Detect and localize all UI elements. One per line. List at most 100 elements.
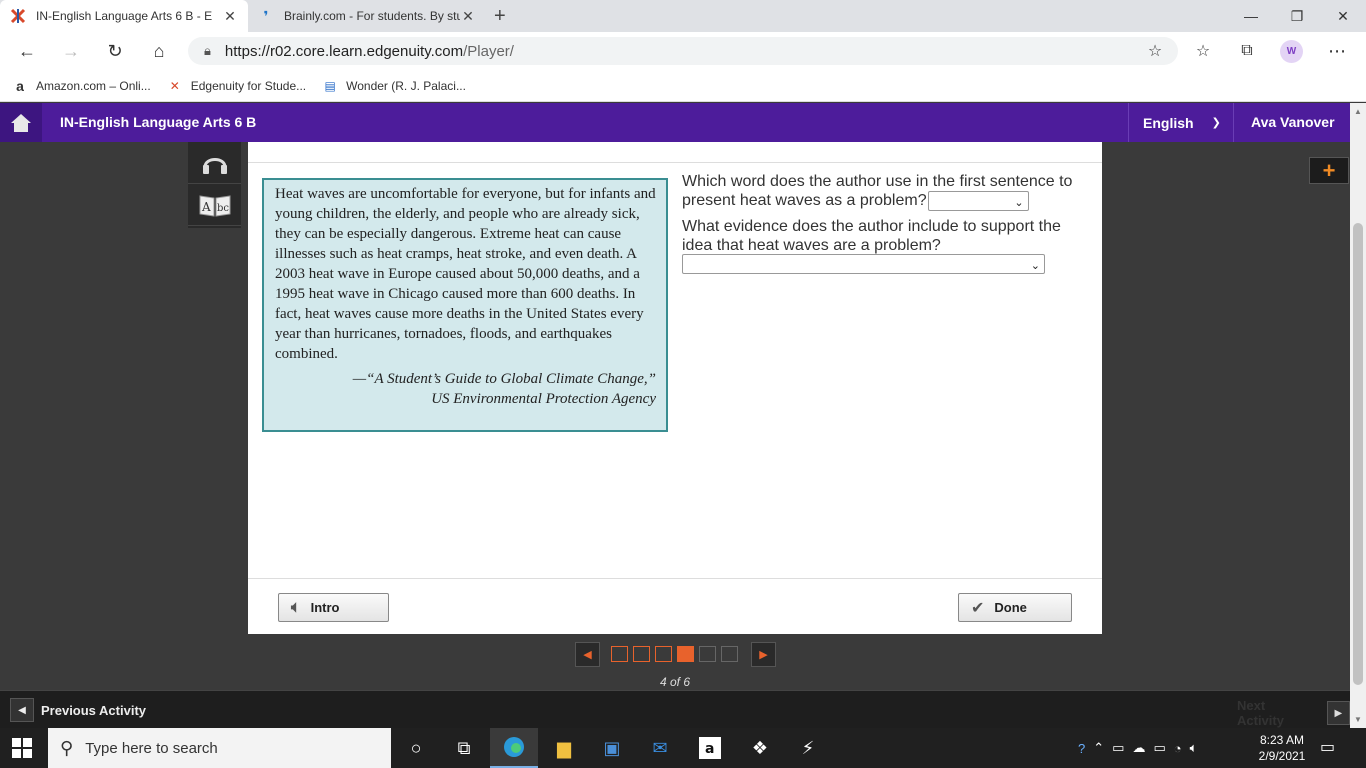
brainly-favicon-icon: ❜ (263, 7, 269, 24)
activity-nav-bar: ◀ Previous Activity Next Activity ▶ (0, 690, 1350, 728)
pager-page-5[interactable] (699, 646, 716, 662)
passage-text: Heat waves are uncomfortable for everyon… (275, 186, 656, 362)
reading-passage: Heat waves are uncomfortable for everyon… (262, 178, 668, 432)
language-label: English (1143, 114, 1194, 131)
passage-citation: —“A Student’s Guide to Global Climate Ch… (275, 369, 656, 409)
previous-activity-label: Previous Activity (41, 702, 147, 718)
search-icon: ⚲ (60, 737, 74, 758)
taskbar-search-placeholder: Type here to search (85, 739, 218, 757)
volume-icon[interactable]: 🔈︎ (1190, 740, 1198, 756)
pager-page-6[interactable] (721, 646, 738, 662)
back-arrow-icon[interactable]: ← (16, 40, 38, 62)
add-favorite-icon[interactable]: ☆ (1144, 40, 1166, 62)
speaker-icon: 🔈︎ (291, 598, 301, 616)
window-controls: — ❐ ✕ (1228, 0, 1366, 32)
activity-pager: ◀ ▶ (575, 641, 776, 667)
done-button[interactable]: ✔ Done (958, 593, 1072, 622)
forward-arrow-icon[interactable]: → (60, 40, 82, 62)
tab-title: Brainly.com - For students. By stu (284, 9, 460, 23)
mail-icon[interactable]: ✉ (636, 728, 684, 768)
browser-tab-strip: IN-English Language Arts 6 B - E ✕ ❜ Bra… (0, 0, 1366, 32)
onedrive-icon[interactable]: ☁ (1132, 740, 1145, 756)
chevron-down-icon: ⌄ (1030, 260, 1040, 272)
audio-button[interactable] (188, 142, 241, 184)
minimize-icon[interactable]: — (1228, 0, 1274, 32)
windows-start-icon[interactable] (12, 738, 32, 758)
course-title: IN-English Language Arts 6 B (60, 114, 257, 130)
collections-icon[interactable]: ⧉ (1236, 40, 1258, 62)
amazon-app-icon[interactable]: a (686, 728, 734, 768)
system-tray: ? ⌃ ▭ ☁ ▭ ◔ 🔈︎ (1078, 728, 1205, 768)
meet-now-icon[interactable]: ▭ (1112, 740, 1124, 756)
close-tab-icon[interactable]: ✕ (222, 8, 238, 25)
intro-button[interactable]: 🔈︎ Intro (278, 593, 389, 622)
store-icon[interactable]: ▣ (588, 728, 636, 768)
pager-next-icon[interactable]: ▶ (751, 641, 776, 667)
lesson-footer: 🔈︎ Intro ✔ Done (248, 578, 1102, 634)
scroll-down-icon[interactable]: ▼ (1354, 715, 1362, 724)
page-scrollbar[interactable]: ▲ ▼ (1350, 103, 1366, 728)
amazon-icon: a (16, 77, 24, 94)
close-tab-icon[interactable]: ✕ (460, 8, 476, 25)
plus-icon: + (1322, 157, 1336, 183)
pager-prev-icon[interactable]: ◀ (575, 641, 600, 667)
home-icon (11, 113, 31, 132)
help-icon[interactable]: ? (1078, 741, 1085, 756)
restore-icon[interactable]: ❐ (1274, 0, 1320, 32)
system-clock[interactable]: 8:23 AM 2/9/2021 (1254, 732, 1310, 764)
pager-page-2[interactable] (633, 646, 650, 662)
question-1-dropdown[interactable]: ⌄ (927, 191, 1029, 211)
favorites-icon[interactable]: ☆ (1192, 40, 1214, 62)
bookmark-edgenuity[interactable]: ✕ Edgenuity for Stude... (167, 78, 306, 94)
question-1: Which word does the author use in the fi… (682, 172, 1092, 211)
pager-page-1[interactable] (611, 646, 628, 662)
file-explorer-icon[interactable]: ▆ (540, 728, 588, 768)
cortana-icon[interactable]: ○ (392, 728, 440, 768)
close-window-icon[interactable]: ✕ (1320, 0, 1366, 32)
home-icon[interactable]: ⌂ (148, 40, 170, 62)
intro-label: Intro (310, 600, 340, 615)
battery-icon[interactable]: ▭ (1153, 740, 1165, 756)
task-view-icon[interactable]: ⧉ (440, 728, 488, 768)
lock-icon: 🔒︎ (204, 43, 211, 58)
book-icon: ▤ (324, 78, 336, 93)
new-tab-icon[interactable]: + (494, 5, 506, 28)
edge-browser-icon[interactable] (490, 728, 538, 768)
pager-page-3[interactable] (655, 646, 672, 662)
previous-activity-button[interactable]: ◀ Previous Activity (10, 698, 146, 722)
chevron-down-icon: ❯ (1211, 117, 1221, 129)
dropbox-icon[interactable]: ❖ (736, 728, 784, 768)
question-2-text: What evidence does the author include to… (682, 218, 1061, 254)
wifi-icon[interactable]: ◔ (1174, 741, 1182, 756)
clock-date: 2/9/2021 (1258, 749, 1306, 763)
address-bar[interactable]: 🔒︎ https://r02.core.learn.edgenuity.com /… (188, 37, 1178, 65)
scroll-thumb[interactable] (1353, 223, 1363, 685)
browser-tab-edgenuity[interactable]: IN-English Language Arts 6 B - E ✕ (0, 0, 248, 32)
scroll-up-icon[interactable]: ▲ (1354, 107, 1362, 116)
question-2-dropdown[interactable]: ⌄ (682, 254, 1045, 274)
home-button[interactable] (0, 103, 42, 142)
more-menu-icon[interactable]: ⋯ (1326, 40, 1348, 62)
refresh-icon[interactable]: ↻ (104, 40, 126, 62)
tab-title: IN-English Language Arts 6 B - E (36, 9, 213, 23)
bookmark-label: Wonder (R. J. Palaci... (346, 78, 466, 93)
bookmark-label: Amazon.com – Onli... (36, 78, 151, 93)
dictionary-button[interactable]: Abc (188, 184, 241, 226)
browser-tab-brainly[interactable]: ❜ Brainly.com - For students. By stu ✕ (248, 0, 486, 32)
pager-page-4[interactable] (677, 646, 694, 662)
chevron-up-icon[interactable]: ⌃ (1093, 740, 1104, 756)
browser-toolbar: ← → ↻ ⌂ 🔒︎ https://r02.core.learn.edgenu… (0, 32, 1366, 70)
user-name[interactable]: Ava Vanover (1251, 114, 1335, 130)
add-note-button[interactable]: + (1309, 157, 1349, 184)
tool-panel: Abc (188, 142, 241, 228)
bookmark-wonder[interactable]: ▤ Wonder (R. J. Palaci... (322, 78, 466, 94)
profile-avatar[interactable]: W (1280, 40, 1303, 63)
next-activity-button[interactable]: Next Activity ▶ (1237, 698, 1350, 728)
svg-text:a: a (705, 741, 714, 757)
notifications-icon[interactable]: ▭ (1320, 737, 1335, 757)
edgenuity-app-icon[interactable]: ⚡︎ (784, 728, 832, 768)
bookmark-amazon[interactable]: a Amazon.com – Onli... (12, 78, 151, 94)
svg-text:A: A (201, 200, 211, 214)
language-select[interactable]: English ❯ (1128, 103, 1234, 142)
taskbar-search[interactable]: ⚲ Type here to search (48, 728, 391, 768)
